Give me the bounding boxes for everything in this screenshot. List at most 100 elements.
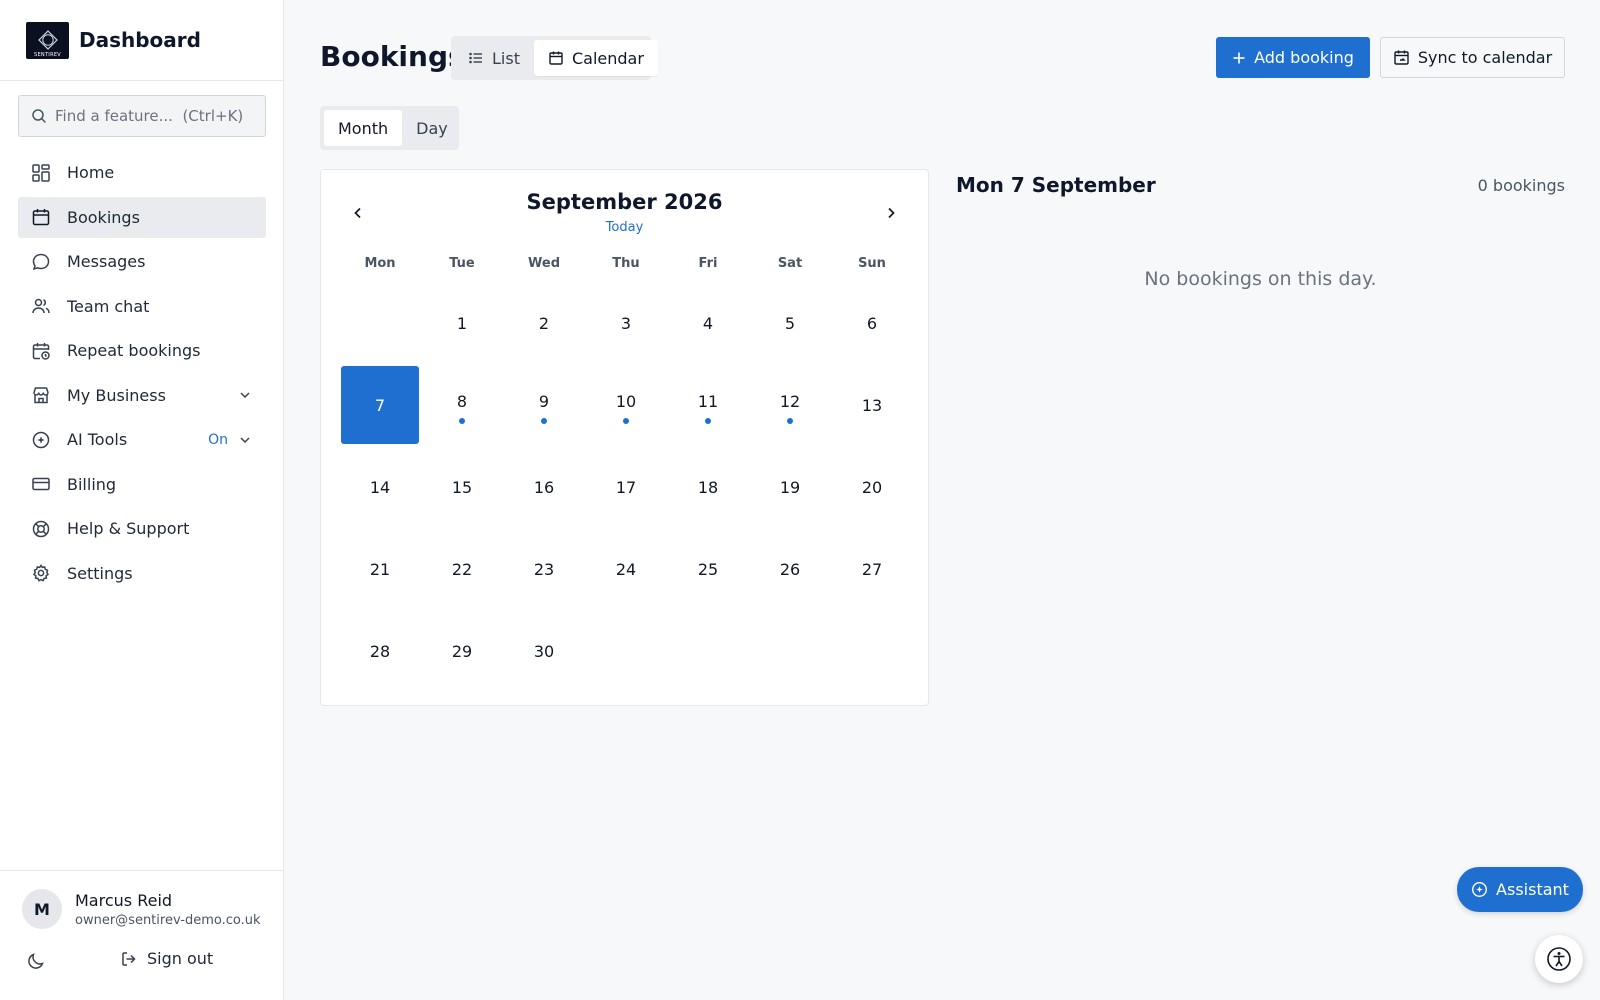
calendar-day[interactable]: 29 <box>421 610 503 692</box>
calendar-day[interactable]: 1 <box>421 282 503 364</box>
view-calendar-button[interactable]: Calendar <box>533 40 658 76</box>
sidebar-item-home[interactable]: Home <box>18 152 266 193</box>
weekday-label: Thu <box>612 256 640 271</box>
calendar-day[interactable]: 30 <box>503 610 585 692</box>
sidebar-item-messages[interactable]: Messages <box>18 241 266 282</box>
calendar-day-number: 24 <box>615 559 637 579</box>
calendar-day[interactable]: 6 <box>831 282 913 364</box>
calendar-day-number: 20 <box>861 477 883 497</box>
calendar-day-inner: 2 <box>505 284 583 362</box>
scope-day-button[interactable]: Day <box>402 110 462 146</box>
booking-indicator-dot <box>623 418 629 424</box>
calendar-day[interactable]: 11 <box>667 364 749 446</box>
brand: SENTIREV Dashboard <box>0 0 283 81</box>
sidebar-item-team-chat[interactable]: Team chat <box>18 286 266 327</box>
calendar-day[interactable]: 14 <box>339 446 421 528</box>
calendar-day-number: 13 <box>861 395 883 415</box>
chevron-down-icon[interactable] <box>238 388 252 402</box>
calendar-day-number: 3 <box>620 313 632 333</box>
calendar-day[interactable]: 15 <box>421 446 503 528</box>
feature-search[interactable] <box>18 95 266 137</box>
calendar-day[interactable]: 2 <box>503 282 585 364</box>
sidebar-item-ai-tools[interactable]: AI Tools On <box>18 419 266 460</box>
calendar-icon <box>549 51 563 65</box>
calendar-day[interactable]: 9 <box>503 364 585 446</box>
calendar-day[interactable]: 26 <box>749 528 831 610</box>
calendar-day-number: 17 <box>615 477 637 497</box>
sidebar-item-billing[interactable]: Billing <box>18 464 266 505</box>
brand-logo[interactable]: SENTIREV <box>26 21 69 59</box>
assistant-button[interactable]: Assistant <box>1457 867 1583 912</box>
calendar-day-selected[interactable]: 7 <box>339 364 421 446</box>
calendar-day[interactable]: 12 <box>749 364 831 446</box>
calendar-day-number: 8 <box>456 391 468 411</box>
sign-out-button[interactable]: Sign out <box>120 949 213 968</box>
store-icon <box>33 387 49 404</box>
avatar[interactable]: M <box>22 889 62 929</box>
calendar-day-number: 12 <box>779 391 801 411</box>
ai-sparkle-icon <box>1472 881 1488 898</box>
sidebar-item-settings[interactable]: Settings <box>18 553 266 594</box>
calendar-day[interactable]: 10 <box>585 364 667 446</box>
view-calendar-label: Calendar <box>571 48 644 68</box>
accessibility-button[interactable] <box>1535 935 1583 983</box>
calendar-day[interactable]: 17 <box>585 446 667 528</box>
today-link-wrap: Today <box>321 220 928 235</box>
calendar-day[interactable]: 8 <box>421 364 503 446</box>
search-input[interactable] <box>55 107 255 125</box>
calendar-day[interactable]: 21 <box>339 528 421 610</box>
calendar-day-number: 1 <box>456 313 468 333</box>
grid-icon <box>32 163 50 182</box>
calendar-day-number: 10 <box>615 391 637 411</box>
user-name: Marcus Reid <box>75 891 173 910</box>
calendar-day[interactable]: 13 <box>831 364 913 446</box>
view-toggle: List Calendar <box>451 36 658 80</box>
sync-to-calendar-button[interactable]: Sync to calendar <box>1380 37 1565 78</box>
calendar-day[interactable]: 28 <box>339 610 421 692</box>
view-list-button[interactable]: List <box>454 40 534 76</box>
calendar-day[interactable]: 18 <box>667 446 749 528</box>
calendar-day[interactable]: 25 <box>667 528 749 610</box>
lifebuoy-icon <box>32 520 50 537</box>
calendar-empty-cell <box>339 282 421 364</box>
scope-month-button[interactable]: Month <box>324 110 403 146</box>
calendar-day[interactable]: 19 <box>749 446 831 528</box>
sidebar-item-label: Help & Support <box>67 519 190 538</box>
calendar-day[interactable]: 23 <box>503 528 585 610</box>
calendar-day-inner: 29 <box>423 612 501 690</box>
calendar-day[interactable]: 16 <box>503 446 585 528</box>
calendar-day[interactable]: 5 <box>749 282 831 364</box>
chevron-down-icon[interactable] <box>238 433 252 447</box>
calendar-day[interactable]: 4 <box>667 282 749 364</box>
sidebar-item-help[interactable]: Help & Support <box>18 508 266 549</box>
logo-diamond-icon <box>37 30 58 50</box>
next-month-button[interactable] <box>878 200 904 226</box>
chat-bubble-icon <box>32 253 50 270</box>
today-link[interactable]: Today <box>606 220 644 235</box>
calendar-day-number: 26 <box>779 559 801 579</box>
sidebar-nav: Home Bookings Messages Team chat Repeat … <box>18 152 266 597</box>
booking-indicator-dot <box>705 418 711 424</box>
sidebar-item-bookings[interactable]: Bookings <box>18 196 266 238</box>
calendar-day[interactable]: 3 <box>585 282 667 364</box>
calendar-day-inner: 21 <box>341 530 419 608</box>
add-booking-button[interactable]: Add booking <box>1216 37 1370 78</box>
calendar-day-number: 5 <box>784 313 796 333</box>
moon-icon[interactable] <box>26 951 46 971</box>
add-booking-label: Add booking <box>1254 48 1354 67</box>
calendar-day[interactable]: 22 <box>421 528 503 610</box>
sidebar-item-my-business[interactable]: My Business <box>18 375 266 416</box>
calendar-day-number: 9 <box>538 391 550 411</box>
ai-icon <box>32 431 50 448</box>
calendar-day-number: 15 <box>451 477 473 497</box>
calendar-day[interactable]: 24 <box>585 528 667 610</box>
calendar-day[interactable]: 20 <box>831 446 913 528</box>
calendar-day[interactable]: 27 <box>831 528 913 610</box>
calendar-day-inner: 11 <box>669 366 747 444</box>
calendar-day-inner: 10 <box>587 366 665 444</box>
calendar-day-inner: 12 <box>751 366 829 444</box>
selected-date-heading: Mon 7 September <box>956 173 1156 197</box>
booking-indicator-dot <box>541 418 547 424</box>
calendar-clock-icon <box>32 342 50 360</box>
sidebar-item-repeat-bookings[interactable]: Repeat bookings <box>18 330 266 371</box>
